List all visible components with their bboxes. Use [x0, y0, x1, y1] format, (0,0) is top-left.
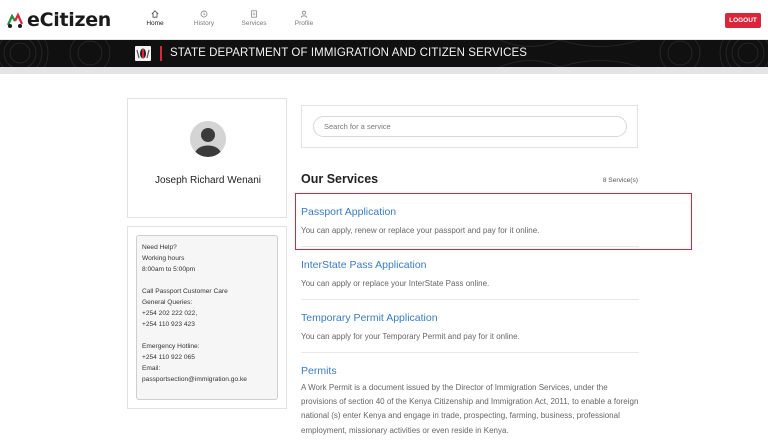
search-card [301, 105, 638, 148]
services-icon [251, 10, 257, 18]
nav-profile-label: Profile [294, 20, 314, 27]
service-item-temporary-permit[interactable]: Temporary Permit Application You can app… [301, 312, 639, 344]
customer-care-label: Call Passport Customer Care [142, 288, 228, 295]
service-item-passport[interactable]: Passport Application You can apply, rene… [301, 206, 639, 238]
logout-button[interactable]: LOGOUT [725, 13, 761, 28]
nav-profile[interactable]: Profile [284, 10, 324, 27]
service-description: A Work Permit is a document issued by th… [301, 383, 639, 435]
nav-services[interactable]: Services [234, 10, 274, 27]
services-heading: Our Services [301, 172, 379, 186]
help-card: Need Help? Working hours 8:00am to 5:00p… [127, 226, 287, 409]
phone-number-2[interactable]: +254 110 923 423 [142, 319, 272, 330]
phone-number-1[interactable]: +254 202 222 022, [142, 308, 272, 319]
service-title-link[interactable]: Passport Application [301, 206, 639, 218]
service-divider [301, 352, 639, 353]
nav-history[interactable]: History [184, 10, 224, 27]
profile-icon [300, 10, 308, 18]
service-divider [301, 299, 639, 300]
general-queries-label: General Queries: [142, 299, 193, 306]
service-search-input[interactable] [313, 116, 627, 137]
service-item-interstate-pass[interactable]: InterState Pass Application You can appl… [301, 259, 639, 291]
logo-text: eCitizen [27, 9, 112, 31]
emergency-hotline-label: Emergency Hotline: [142, 343, 200, 350]
service-description: You can apply for your Temporary Permit … [301, 332, 520, 341]
service-item-permits[interactable]: Permits A Work Permit is a document issu… [301, 365, 639, 438]
nav-home[interactable]: Home [135, 10, 175, 27]
service-title-link[interactable]: Permits [301, 365, 639, 377]
service-divider [301, 246, 639, 247]
help-title: Need Help? [142, 244, 177, 251]
history-icon [200, 10, 208, 18]
ecitizen-logo[interactable]: eCitizen [4, 8, 111, 32]
working-hours-label: Working hours [142, 255, 185, 262]
nav-history-label: History [193, 20, 215, 27]
emergency-phone[interactable]: +254 110 922 065 [142, 352, 272, 363]
banner-divider [160, 46, 162, 61]
nav-services-label: Services [241, 20, 267, 27]
user-name: Joseph Richard Wenani [155, 175, 261, 186]
services-count: 8 Service(s) [602, 177, 638, 184]
help-info-box: Need Help? Working hours 8:00am to 5:00p… [136, 235, 278, 400]
user-avatar-icon [190, 121, 226, 157]
coat-of-arms-icon [135, 46, 151, 61]
service-title-link[interactable]: Temporary Permit Application [301, 312, 639, 324]
support-email[interactable]: passportsection@immigration.go.ke [142, 374, 272, 385]
banner-title: STATE DEPARTMENT OF IMMIGRATION AND CITI… [170, 47, 528, 59]
email-label: Email: [142, 365, 161, 372]
nav-home-label: Home [146, 20, 164, 27]
banner-subbar [0, 67, 768, 74]
department-banner: STATE DEPARTMENT OF IMMIGRATION AND CITI… [0, 40, 768, 67]
ecitizen-logo-mark-icon [6, 12, 24, 28]
service-description: You can apply or replace your InterState… [301, 279, 490, 288]
working-hours: 8:00am to 5:00pm [142, 266, 196, 273]
profile-card: Joseph Richard Wenani [127, 98, 287, 218]
service-description: You can apply, renew or replace your pas… [301, 226, 540, 235]
top-navbar: eCitizen Home History Services Profile L… [0, 0, 768, 40]
home-icon [151, 10, 159, 18]
service-title-link[interactable]: InterState Pass Application [301, 259, 639, 271]
